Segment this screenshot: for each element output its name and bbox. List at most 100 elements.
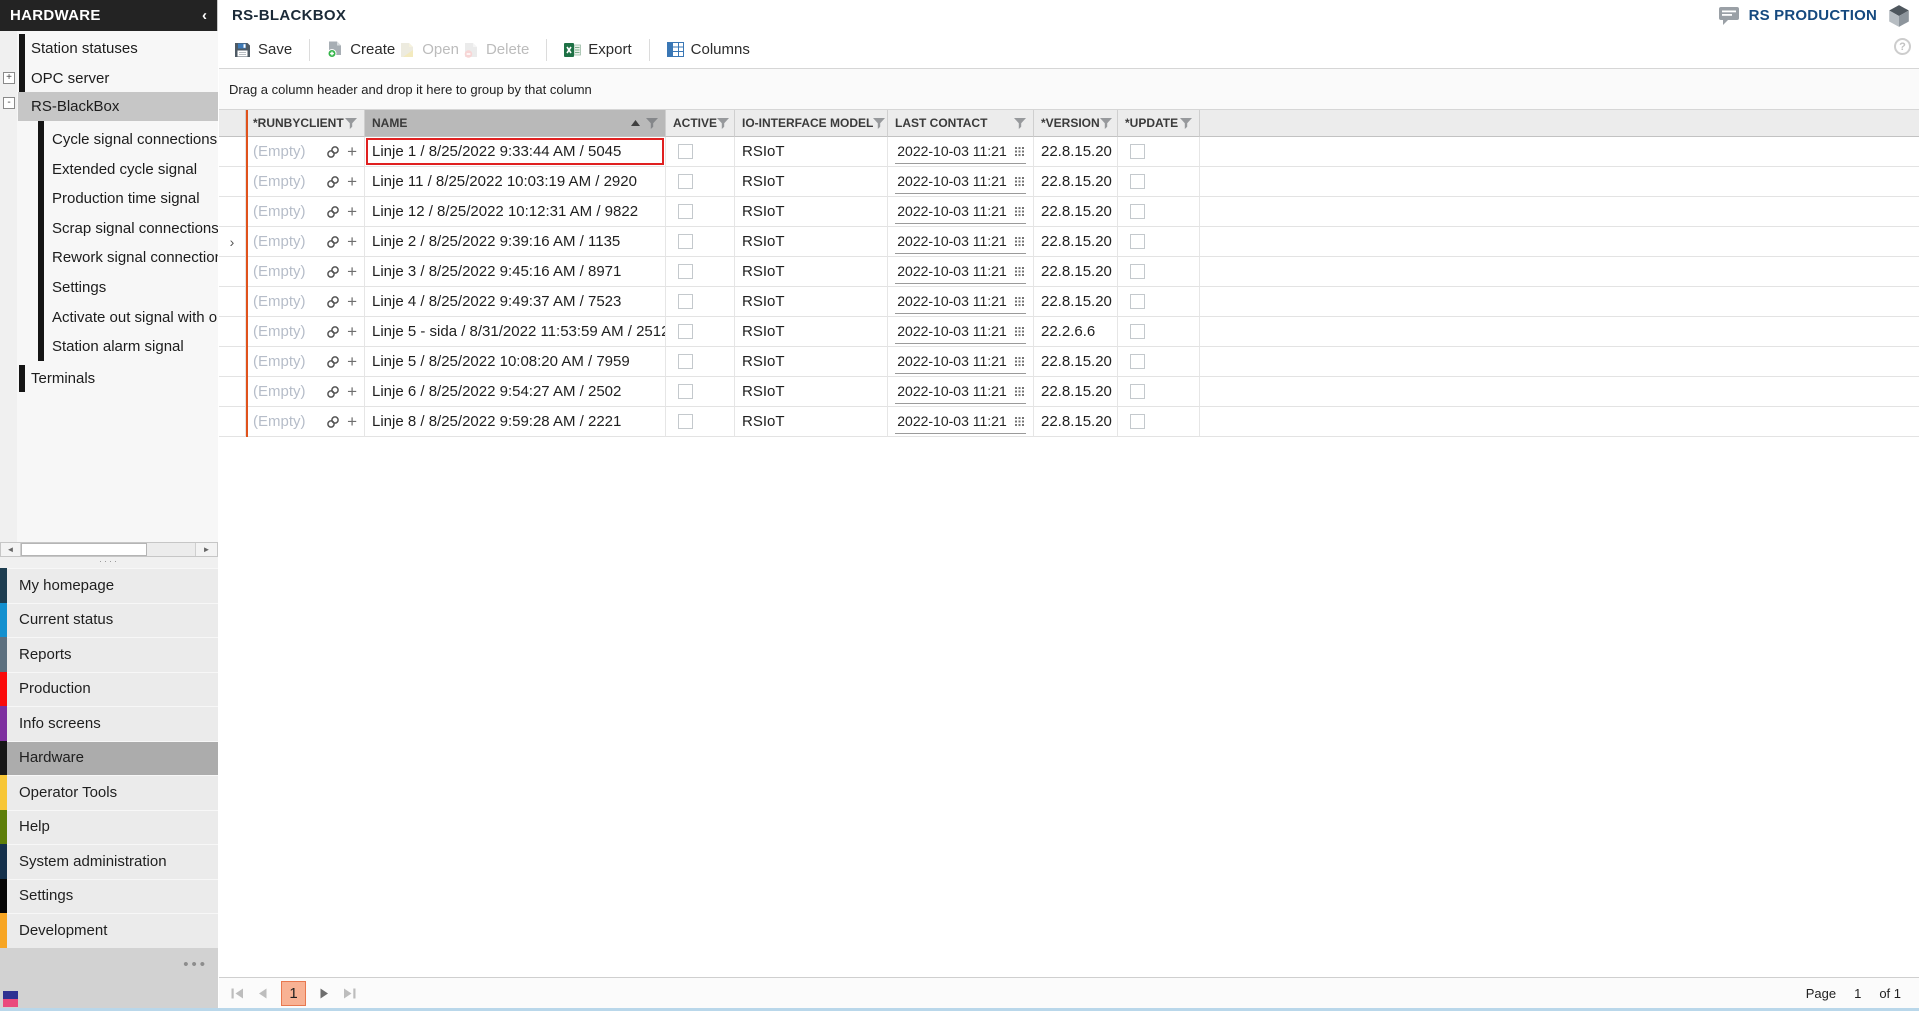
datetime-picker-icon[interactable] — [1015, 237, 1024, 246]
add-icon[interactable]: + — [347, 263, 357, 280]
table-row[interactable]: (Empty)+ Linje 5 / 8/25/2022 10:08:20 AM… — [219, 347, 1919, 377]
first-page-button[interactable] — [231, 988, 244, 999]
link-icon[interactable] — [326, 415, 340, 429]
active-checkbox[interactable] — [678, 324, 693, 339]
datetime-picker-icon[interactable] — [1015, 387, 1024, 396]
tree-item-rework-signal-connection[interactable]: Rework signal connection — [0, 243, 218, 272]
header-update[interactable]: *UPDATE — [1118, 110, 1200, 137]
open-button[interactable]: Open — [397, 37, 461, 62]
nav-item-current-status[interactable]: Current status — [0, 603, 218, 638]
last-contact-input[interactable]: 2022-10-03 11:21 — [895, 229, 1026, 254]
name-cell[interactable]: Linje 4 / 8/25/2022 9:49:37 AM / 7523 — [365, 287, 666, 317]
last-contact-input[interactable]: 2022-10-03 11:21 — [895, 169, 1026, 194]
nav-item-settings[interactable]: Settings — [0, 879, 218, 914]
last-contact-input[interactable]: 2022-10-03 11:21 — [895, 199, 1026, 224]
help-icon[interactable]: ? — [1894, 38, 1911, 55]
datetime-picker-icon[interactable] — [1015, 147, 1024, 156]
tree-item-station-statuses[interactable]: Station statuses — [0, 34, 218, 63]
last-contact-input[interactable]: 2022-10-03 11:21 — [895, 139, 1026, 164]
group-by-bar[interactable]: Drag a column header and drop it here to… — [219, 68, 1919, 110]
nav-item-reports[interactable]: Reports — [0, 637, 218, 672]
datetime-picker-icon[interactable] — [1015, 297, 1024, 306]
name-cell[interactable]: Linje 11 / 8/25/2022 10:03:19 AM / 2920 — [365, 167, 666, 197]
row-expand-arrow[interactable]: › — [230, 234, 235, 250]
update-checkbox[interactable] — [1130, 414, 1145, 429]
nav-item-development[interactable]: Development — [0, 913, 218, 948]
table-row[interactable]: (Empty)+ Linje 8 / 8/25/2022 9:59:28 AM … — [219, 407, 1919, 437]
link-icon[interactable] — [326, 355, 340, 369]
runbyclient-cell[interactable]: (Empty)+ — [246, 137, 365, 167]
nav-item-system-administration[interactable]: System administration — [0, 844, 218, 879]
tree-item-terminals[interactable]: Terminals — [0, 364, 218, 393]
sidebar-splitter[interactable]: ···· — [0, 557, 218, 568]
table-row[interactable]: (Empty)+ Linje 4 / 8/25/2022 9:49:37 AM … — [219, 287, 1919, 317]
link-icon[interactable] — [326, 295, 340, 309]
last-contact-input[interactable]: 2022-10-03 11:21 — [895, 349, 1026, 374]
active-checkbox[interactable] — [678, 204, 693, 219]
columns-button[interactable]: Columns — [665, 37, 752, 62]
tree-horizontal-scrollbar[interactable]: ◄ ► — [0, 542, 218, 557]
active-checkbox[interactable] — [678, 174, 693, 189]
add-icon[interactable]: + — [347, 293, 357, 310]
tree-item-settings[interactable]: Settings — [0, 273, 218, 302]
link-icon[interactable] — [326, 265, 340, 279]
tree-item-production-time-signal[interactable]: Production time signal — [0, 184, 218, 213]
update-checkbox[interactable] — [1130, 264, 1145, 279]
add-icon[interactable]: + — [347, 353, 357, 370]
link-icon[interactable] — [326, 325, 340, 339]
name-cell[interactable]: Linje 3 / 8/25/2022 9:45:16 AM / 8971 — [365, 257, 666, 287]
add-icon[interactable]: + — [347, 143, 357, 160]
table-row[interactable]: (Empty)+ Linje 5 - sida / 8/31/2022 11:5… — [219, 317, 1919, 347]
link-icon[interactable] — [326, 205, 340, 219]
add-icon[interactable]: + — [347, 383, 357, 400]
filter-icon[interactable] — [1014, 118, 1026, 129]
active-checkbox[interactable] — [678, 354, 693, 369]
datetime-picker-icon[interactable] — [1015, 267, 1024, 276]
datetime-picker-icon[interactable] — [1015, 357, 1024, 366]
nav-item-info-screens[interactable]: Info screens — [0, 706, 218, 741]
header-last-contact[interactable]: LAST CONTACT — [888, 110, 1034, 137]
chat-icon[interactable] — [1719, 7, 1739, 25]
nav-overflow-icon[interactable]: ••• — [183, 956, 208, 973]
filter-icon[interactable] — [345, 118, 357, 129]
filter-icon[interactable] — [1100, 118, 1112, 129]
page-number[interactable]: 1 — [1854, 986, 1861, 1001]
update-checkbox[interactable] — [1130, 144, 1145, 159]
datetime-picker-icon[interactable] — [1015, 177, 1024, 186]
add-icon[interactable]: + — [347, 203, 357, 220]
name-cell[interactable]: Linje 5 / 8/25/2022 10:08:20 AM / 7959 — [365, 347, 666, 377]
update-checkbox[interactable] — [1130, 384, 1145, 399]
add-icon[interactable]: + — [347, 413, 357, 430]
runbyclient-cell[interactable]: (Empty)+ — [246, 167, 365, 197]
last-contact-input[interactable]: 2022-10-03 11:21 — [895, 319, 1026, 344]
create-button[interactable]: Create — [325, 37, 397, 62]
header-name[interactable]: NAME — [365, 110, 666, 137]
prev-page-button[interactable] — [258, 988, 267, 999]
tree-item-station-alarm-signal[interactable]: Station alarm signal — [0, 332, 218, 361]
update-checkbox[interactable] — [1130, 174, 1145, 189]
datetime-picker-icon[interactable] — [1015, 327, 1024, 336]
filter-icon[interactable] — [873, 118, 885, 129]
header-active[interactable]: ACTIVE — [666, 110, 735, 137]
last-page-button[interactable] — [343, 988, 356, 999]
table-row[interactable]: (Empty)+ Linje 1 / 8/25/2022 9:33:44 AM … — [219, 137, 1919, 167]
datetime-picker-icon[interactable] — [1015, 417, 1024, 426]
last-contact-input[interactable]: 2022-10-03 11:21 — [895, 379, 1026, 404]
export-button[interactable]: Export — [562, 37, 633, 62]
runbyclient-cell[interactable]: (Empty)+ — [246, 377, 365, 407]
language-flag-icon[interactable] — [3, 991, 18, 1007]
tree-item-cycle-signal-connections[interactable]: Cycle signal connections — [0, 125, 218, 154]
scroll-right-icon[interactable]: ► — [195, 543, 217, 556]
last-contact-input[interactable]: 2022-10-03 11:21 — [895, 409, 1026, 434]
update-checkbox[interactable] — [1130, 324, 1145, 339]
tree-item-opc-server[interactable]: OPC server — [0, 64, 218, 93]
delete-button[interactable]: Delete — [461, 37, 531, 62]
link-icon[interactable] — [326, 385, 340, 399]
runbyclient-cell[interactable]: (Empty)+ — [246, 227, 365, 257]
table-row[interactable]: (Empty)+ Linje 6 / 8/25/2022 9:54:27 AM … — [219, 377, 1919, 407]
header-version[interactable]: *VERSION — [1034, 110, 1118, 137]
active-checkbox[interactable] — [678, 384, 693, 399]
datetime-picker-icon[interactable] — [1015, 207, 1024, 216]
add-icon[interactable]: + — [347, 323, 357, 340]
tree-item-scrap-signal-connections[interactable]: Scrap signal connections — [0, 214, 218, 243]
